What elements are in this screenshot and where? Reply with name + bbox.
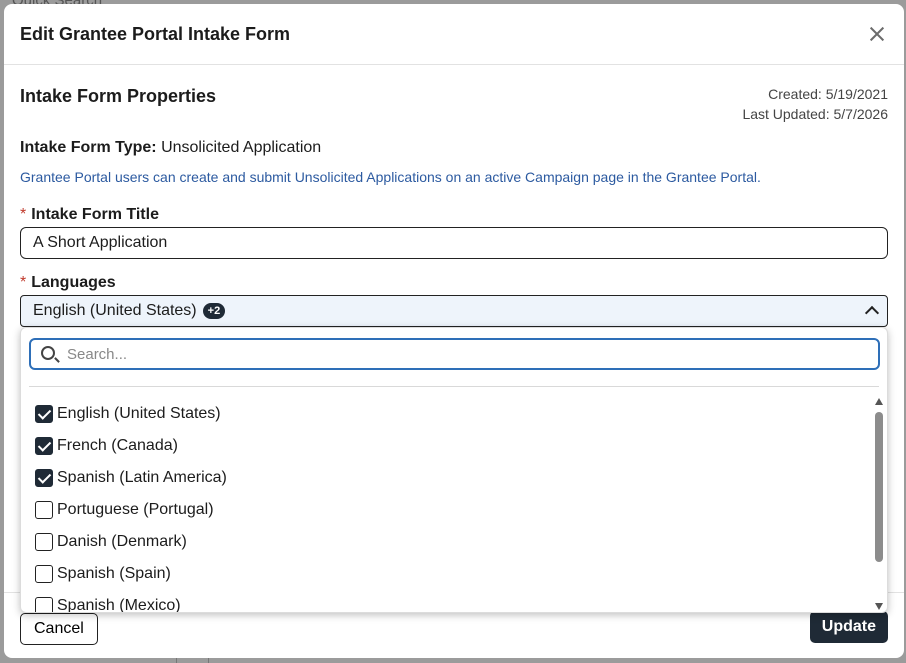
form-type-row: Intake Form Type: Unsolicited Applicatio…: [20, 139, 321, 157]
option-label: Spanish (Spain): [57, 565, 171, 582]
cancel-button[interactable]: Cancel: [20, 613, 98, 645]
required-marker: *: [20, 274, 27, 291]
languages-select[interactable]: English (United States) +2: [20, 295, 888, 327]
language-option[interactable]: French (Canada): [35, 430, 865, 462]
last-updated-date: Last Updated: 5/7/2026: [742, 106, 888, 122]
option-label: Danish (Denmark): [57, 533, 187, 550]
search-input[interactable]: [67, 345, 878, 363]
language-option[interactable]: Spanish (Spain): [35, 558, 865, 590]
language-option[interactable]: English (United States): [35, 398, 865, 430]
search-icon: [41, 346, 55, 360]
intake-form-title-input[interactable]: A Short Application: [20, 227, 888, 259]
option-label: Spanish (Latin America): [57, 469, 227, 486]
dates-block: Created: 5/19/2021 Last Updated: 5/7/202…: [742, 84, 888, 124]
language-option[interactable]: Danish (Denmark): [35, 526, 865, 558]
language-option[interactable]: Portuguese (Portugal): [35, 494, 865, 526]
language-option[interactable]: Spanish (Latin America): [35, 462, 865, 494]
title-field-label: * Intake Form Title: [20, 206, 159, 224]
scrollbar-thumb[interactable]: [875, 412, 883, 562]
properties-header: Intake Form Properties Created: 5/19/202…: [20, 84, 888, 124]
created-date: Created: 5/19/2021: [768, 86, 888, 102]
scroll-up-arrow-icon[interactable]: [875, 398, 883, 405]
checkbox[interactable]: [35, 437, 53, 455]
selected-language: English (United States): [33, 302, 197, 319]
dropdown-divider: [29, 386, 879, 387]
search-box[interactable]: [29, 338, 880, 370]
checkbox[interactable]: [35, 565, 53, 583]
languages-dropdown: English (United States) French (Canada) …: [20, 327, 888, 613]
checkbox[interactable]: [35, 405, 53, 423]
option-label: Portuguese (Portugal): [57, 501, 214, 518]
checkbox[interactable]: [35, 533, 53, 551]
language-option[interactable]: Spanish (Mexico): [35, 590, 865, 613]
language-options: English (United States) French (Canada) …: [35, 398, 865, 613]
close-icon[interactable]: [868, 25, 886, 43]
option-label: English (United States): [57, 405, 221, 422]
checkbox[interactable]: [35, 501, 53, 519]
help-text: Grantee Portal users can create and subm…: [20, 169, 761, 185]
option-label: French (Canada): [57, 437, 178, 454]
form-type-label: Intake Form Type:: [20, 139, 157, 156]
section-title: Intake Form Properties: [20, 86, 217, 106]
modal-title: Edit Grantee Portal Intake Form: [20, 23, 291, 44]
dropdown-scrollbar[interactable]: [875, 398, 883, 610]
extra-count-badge: +2: [202, 303, 226, 319]
update-button[interactable]: Update: [809, 611, 888, 643]
checkbox[interactable]: [35, 597, 53, 612]
modal-header: Edit Grantee Portal Intake Form: [4, 4, 904, 65]
form-type-value: Unsolicited Application: [161, 139, 322, 156]
title-label-text: Intake Form Title: [31, 206, 159, 223]
languages-label-text: Languages: [31, 274, 116, 291]
option-label: Spanish (Mexico): [57, 597, 181, 613]
scroll-down-arrow-icon[interactable]: [875, 603, 883, 610]
chevron-up-icon: [864, 305, 880, 321]
checkbox[interactable]: [35, 469, 53, 487]
required-marker: *: [20, 206, 27, 223]
languages-field-label: * Languages: [20, 274, 116, 292]
